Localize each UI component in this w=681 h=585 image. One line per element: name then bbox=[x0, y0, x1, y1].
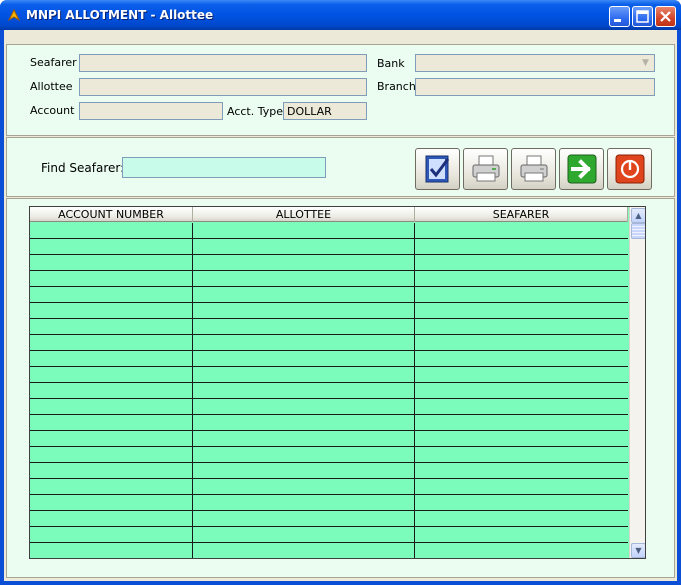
account-label: Account bbox=[30, 104, 75, 117]
print-button[interactable] bbox=[463, 148, 508, 190]
allottee-table[interactable]: ACCOUNT NUMBER ALLOTTEE SEAFARER ▲ ▼ bbox=[29, 206, 646, 559]
scroll-up-button[interactable]: ▲ bbox=[631, 208, 645, 223]
find-seafarer-label: Find Seafarer: bbox=[41, 161, 125, 175]
window-title: MNPI ALLOTMENT - Allottee bbox=[26, 8, 214, 22]
next-button[interactable] bbox=[559, 148, 604, 190]
allottee-label: Allottee bbox=[30, 80, 73, 93]
printer-icon bbox=[472, 155, 500, 182]
select-button[interactable] bbox=[415, 148, 460, 190]
scroll-down-button[interactable]: ▼ bbox=[631, 543, 645, 558]
acct-type-field[interactable]: DOLLAR bbox=[283, 102, 367, 120]
exit-button[interactable] bbox=[607, 148, 652, 190]
power-icon bbox=[615, 154, 645, 184]
chevron-up-icon: ▲ bbox=[635, 211, 642, 220]
details-panel: Seafarer Allottee Account Acct. Type DOL… bbox=[6, 44, 675, 136]
search-panel: Find Seafarer: bbox=[6, 137, 675, 197]
column-header-allottee[interactable]: ALLOTTEE bbox=[193, 207, 415, 222]
chevron-down-icon: ▼ bbox=[635, 546, 642, 555]
minimize-button[interactable] bbox=[609, 6, 630, 27]
bank-select[interactable]: ▼ bbox=[415, 54, 655, 72]
close-icon bbox=[660, 11, 671, 22]
title-bar[interactable]: MNPI ALLOTMENT - Allottee bbox=[0, 0, 681, 30]
table-body[interactable] bbox=[30, 223, 628, 558]
branch-label: Branch bbox=[377, 80, 416, 93]
seafarer-label: Seafarer bbox=[30, 56, 77, 69]
seafarer-field[interactable] bbox=[79, 54, 367, 72]
table-header: ACCOUNT NUMBER ALLOTTEE SEAFARER bbox=[30, 207, 628, 222]
app-icon bbox=[7, 8, 21, 22]
branch-field[interactable] bbox=[415, 78, 655, 96]
acct-type-label: Acct. Type bbox=[227, 105, 283, 118]
printer-icon bbox=[520, 155, 548, 182]
account-field[interactable] bbox=[79, 102, 223, 120]
maximize-button[interactable] bbox=[632, 6, 653, 27]
allottee-field[interactable] bbox=[79, 78, 367, 96]
window-client-area: Seafarer Allottee Account Acct. Type DOL… bbox=[4, 30, 677, 581]
column-header-seafarer[interactable]: SEAFARER bbox=[415, 207, 628, 222]
app-window: MNPI ALLOTMENT - Allottee Seafarer Allot… bbox=[0, 0, 681, 585]
find-seafarer-input[interactable] bbox=[122, 157, 326, 178]
scrollbar-thumb[interactable] bbox=[631, 223, 645, 239]
arrow-right-icon bbox=[567, 154, 597, 184]
close-button[interactable] bbox=[655, 6, 676, 27]
maximize-icon bbox=[636, 10, 649, 23]
chevron-down-icon[interactable]: ▼ bbox=[638, 56, 653, 70]
column-header-account-number[interactable]: ACCOUNT NUMBER bbox=[30, 207, 193, 222]
bank-label: Bank bbox=[377, 57, 405, 70]
vertical-scrollbar[interactable]: ▲ ▼ bbox=[629, 207, 645, 558]
checklist-icon bbox=[425, 155, 450, 183]
minimize-icon bbox=[614, 19, 621, 22]
print-preview-button[interactable] bbox=[511, 148, 556, 190]
